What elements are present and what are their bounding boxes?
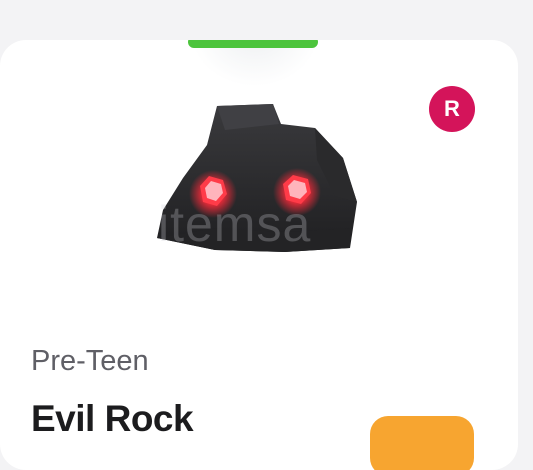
pet-age-label: Pre-Teen xyxy=(31,345,149,377)
rarity-badge-label: R xyxy=(444,96,460,121)
action-button[interactable] xyxy=(370,416,474,470)
watermark: itemsa xyxy=(158,196,312,252)
item-card[interactable]: R itemsa Pre-Teen Evil Rock xyxy=(0,40,518,470)
status-indicator-bar xyxy=(188,40,318,48)
pet-name-title: Evil Rock xyxy=(31,398,194,439)
rarity-badge: R xyxy=(429,86,475,132)
